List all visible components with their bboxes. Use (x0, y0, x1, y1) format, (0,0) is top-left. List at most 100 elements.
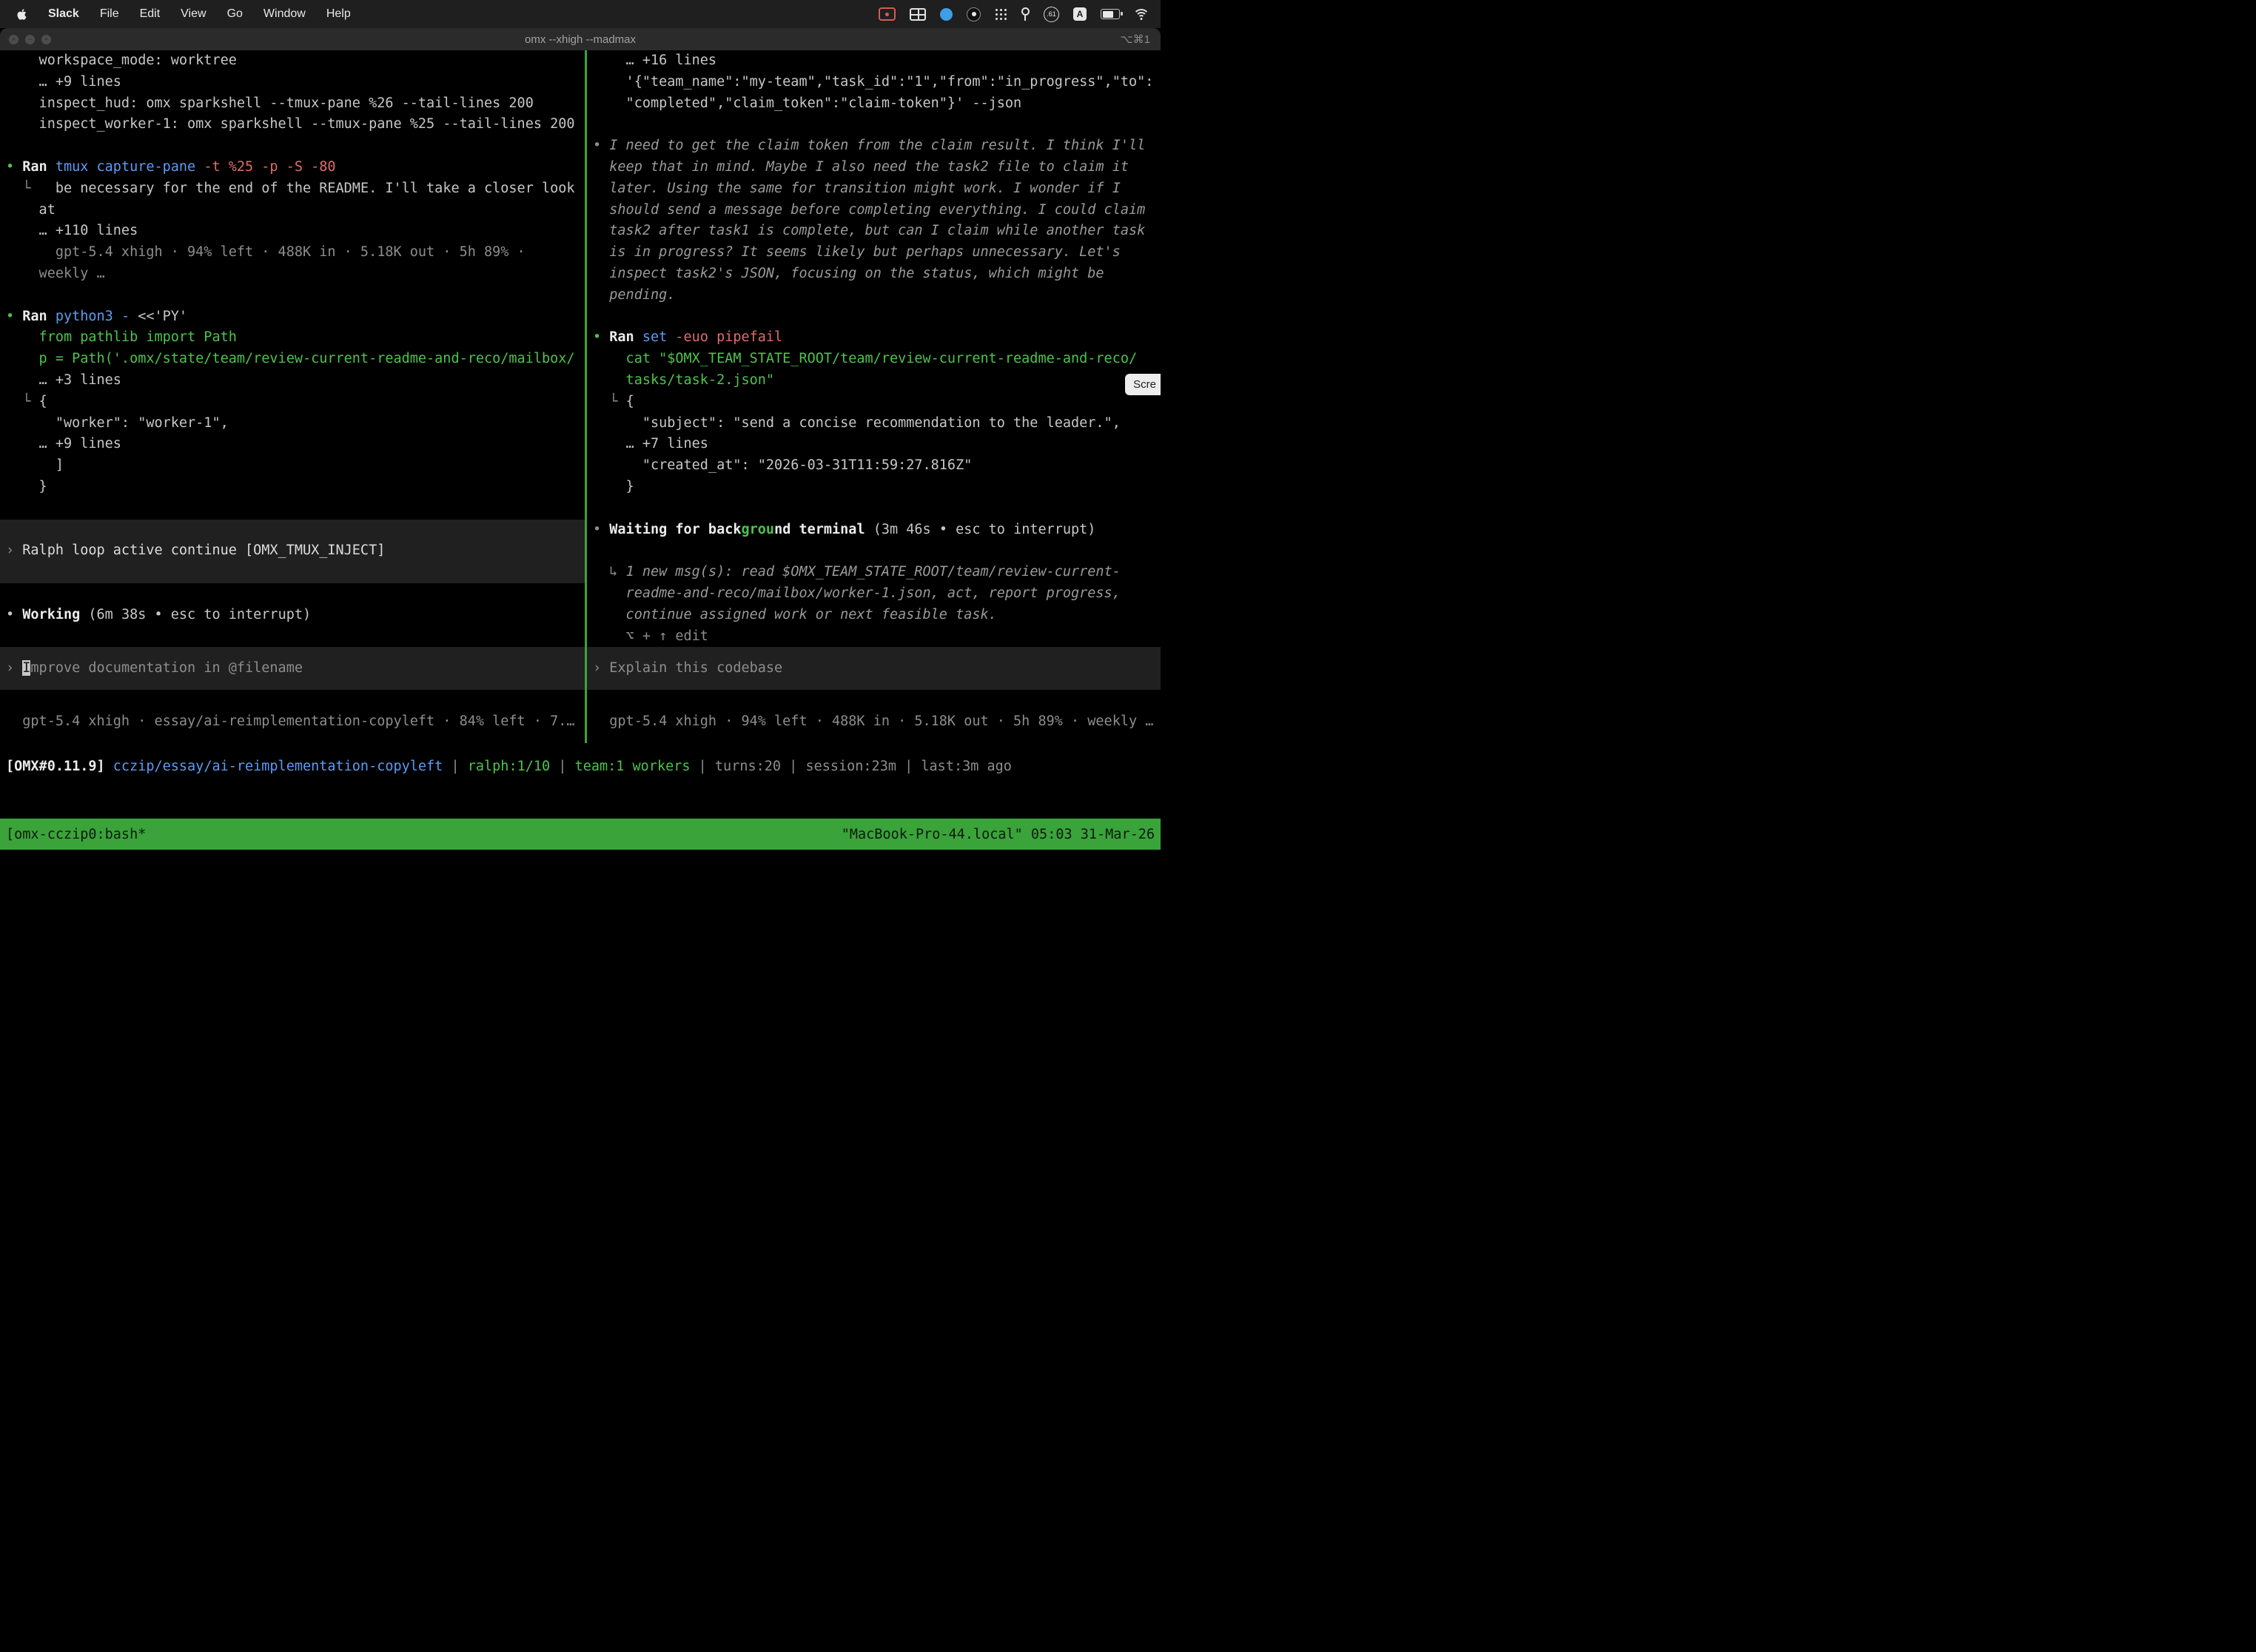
terminal-line: gpt-5.4 xhigh · essay/ai-reimplementatio… (6, 711, 585, 733)
terminal-line: inspect_hud: omx sparkshell --tmux-pane … (6, 93, 585, 115)
terminal-line: └ { (593, 392, 1161, 413)
terminal-line: continue assigned work or next feasible … (593, 605, 1161, 626)
terminal-line: └ { (6, 392, 585, 413)
window-titlebar[interactable]: × − + omx --xhigh --madmax ⌥⌘1 (0, 28, 1161, 50)
terminal-line: › Improve documentation in @filename (6, 658, 585, 679)
terminal-block: gpt-5.4 xhigh · essay/ai-reimplementatio… (6, 690, 585, 733)
terminal-line: task2 after task1 is complete, but can I… (593, 221, 1161, 242)
terminal-line: workspace_mode: worktree (6, 50, 585, 72)
dots-grid-icon[interactable] (995, 8, 1007, 20)
terminal-line: ] (6, 455, 585, 477)
terminal-line: ⌥ + ↑ edit (593, 626, 1161, 648)
tmux-pane-right[interactable]: … +16 lines '{"team_name":"my-team","tas… (587, 50, 1161, 743)
terminal-line (6, 690, 585, 711)
terminal-line: readme-and-reco/mailbox/worker-1.json, a… (593, 583, 1161, 605)
terminal-line: weekly … (6, 263, 585, 285)
terminal-line: └ be necessary for the end of the README… (6, 178, 585, 200)
screen-recording-icon[interactable] (879, 7, 896, 21)
menubar-status-icons: .61 A (879, 7, 1161, 22)
tmux-status-bar: [omx-cczip0:bash* "MacBook-Pro-44.local"… (0, 819, 1161, 850)
terminal-line: ↳ 1 new msg(s): read $OMX_TEAM_STATE_ROO… (593, 562, 1161, 583)
omx-status-area: [OMX#0.11.9] cczip/essay/ai-reimplementa… (0, 743, 1161, 819)
terminal-line (593, 498, 1161, 520)
terminal-line: "completed","claim_token":"claim-token"}… (593, 93, 1161, 115)
apple-menu-icon[interactable] (16, 8, 27, 21)
terminal-line (593, 690, 1161, 711)
window-title: omx --xhigh --madmax (0, 33, 1161, 46)
gauge-icon[interactable]: .61 (1044, 7, 1059, 22)
terminal-line: inspect task2's JSON, focusing on the st… (593, 263, 1161, 285)
terminal-line: • Working (6m 38s • esc to interrupt) (6, 605, 585, 626)
terminal-line (593, 114, 1161, 135)
menu-file[interactable]: File (100, 7, 119, 21)
terminal-line (6, 562, 585, 583)
terminal-line: from pathlib import Path (6, 327, 585, 349)
wifi-icon[interactable] (1134, 9, 1149, 20)
terminal-line: • Ran set -euo pipefail (593, 327, 1161, 349)
terminal-line: … +7 lines (593, 434, 1161, 455)
terminal-line: tasks/task-2.json" (593, 370, 1161, 392)
terminal-line: } (6, 477, 585, 498)
terminal-line: gpt-5.4 xhigh · 94% left · 488K in · 5.1… (6, 242, 585, 263)
menu-app-name[interactable]: Slack (48, 7, 79, 21)
terminal-line: p = Path('.omx/state/team/review-current… (6, 349, 585, 370)
terminal-line: at (6, 200, 585, 221)
menu-help[interactable]: Help (326, 7, 351, 21)
terminal-line (6, 520, 585, 541)
terminal-line: is in progress? It seems likely but perh… (593, 242, 1161, 263)
terminal-content: workspace_mode: worktree … +9 lines insp… (0, 50, 1161, 743)
terminal-line (6, 285, 585, 306)
terminal-line: "subject": "send a concise recommendatio… (593, 413, 1161, 434)
terminal-band: › Improve documentation in @filename (0, 647, 585, 690)
terminal-line (6, 626, 585, 648)
input-source-icon[interactable]: A (1073, 7, 1087, 21)
terminal-line: "worker": "worker-1", (6, 413, 585, 434)
menu-go[interactable]: Go (227, 7, 243, 21)
terminal-line: pending. (593, 285, 1161, 306)
menubar: Slack File Edit View Go Window Help .61 A (0, 0, 1161, 28)
menu-view[interactable]: View (181, 7, 206, 21)
menubar-menus: Slack File Edit View Go Window Help (0, 7, 351, 21)
terminal-line: inspect_worker-1: omx sparkshell --tmux-… (6, 114, 585, 135)
screen-overlay-button[interactable]: Scre (1125, 374, 1161, 395)
window-shortcut-hint: ⌥⌘1 (1120, 33, 1150, 46)
black-circle-app-icon[interactable] (967, 7, 981, 21)
input-source-letter: A (1077, 9, 1084, 19)
terminal-line: '{"team_name":"my-team","task_id":"1","f… (593, 72, 1161, 93)
terminal-block: workspace_mode: worktree … +9 lines insp… (6, 50, 585, 520)
terminal-line (593, 306, 1161, 328)
blue-app-icon[interactable] (940, 8, 953, 21)
terminal-line: keep that in mind. Maybe I also need the… (593, 157, 1161, 178)
menu-window[interactable]: Window (263, 7, 306, 21)
terminal-line: • Ran python3 - <<'PY' (6, 306, 585, 328)
terminal-block: … +16 lines '{"team_name":"my-team","tas… (593, 50, 1161, 647)
terminal-band: › Explain this codebase (587, 647, 1161, 690)
gauge-value: .61 (1047, 10, 1056, 18)
terminal-line: … +9 lines (6, 72, 585, 93)
terminal-line: cat "$OMX_TEAM_STATE_ROOT/team/review-cu… (593, 349, 1161, 370)
battery-icon[interactable] (1101, 9, 1120, 19)
terminal-line: › Ralph loop active continue [OMX_TMUX_I… (6, 540, 585, 562)
terminal-line: … +3 lines (6, 370, 585, 392)
tmux-pane-left[interactable]: workspace_mode: worktree … +9 lines insp… (0, 50, 585, 743)
key-icon[interactable] (1021, 7, 1030, 21)
terminal-block: gpt-5.4 xhigh · 94% left · 488K in · 5.1… (593, 690, 1161, 733)
terminal-band: › Ralph loop active continue [OMX_TMUX_I… (0, 520, 585, 583)
terminal-line: … +110 lines (6, 221, 585, 242)
terminal-line: gpt-5.4 xhigh · 94% left · 488K in · 5.1… (593, 711, 1161, 733)
terminal-window: × − + omx --xhigh --madmax ⌥⌘1 workspace… (0, 28, 1161, 850)
terminal-line (6, 498, 585, 520)
terminal-line: should send a message before completing … (593, 200, 1161, 221)
terminal-line: • I need to get the claim token from the… (593, 135, 1161, 157)
omx-status-line: [OMX#0.11.9] cczip/essay/ai-reimplementa… (0, 756, 1161, 778)
terminal-line: • Waiting for background terminal (3m 46… (593, 520, 1161, 541)
terminal-line: › Explain this codebase (593, 658, 1161, 679)
window-grid-icon[interactable] (910, 8, 926, 21)
terminal-block: • Working (6m 38s • esc to interrupt) (6, 583, 585, 647)
terminal-line (593, 540, 1161, 562)
tmux-session-label: [omx-cczip0:bash* (6, 827, 146, 842)
terminal-line: … +9 lines (6, 434, 585, 455)
menu-edit[interactable]: Edit (140, 7, 161, 21)
tmux-host-clock: "MacBook-Pro-44.local" 05:03 31-Mar-26 (842, 827, 1155, 842)
terminal-line: "created_at": "2026-03-31T11:59:27.816Z" (593, 455, 1161, 477)
